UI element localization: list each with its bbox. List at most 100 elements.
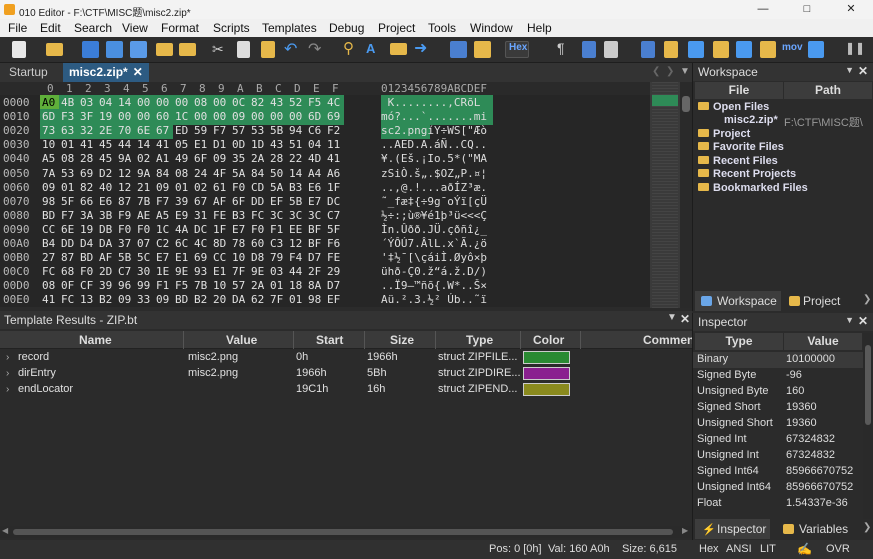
hex-byte[interactable]: 09 bbox=[116, 292, 135, 307]
minimize-button[interactable]: — bbox=[741, 0, 785, 19]
inspector-scroll-thumb[interactable] bbox=[865, 345, 871, 425]
tab-scroll-right-icon[interactable]: ❯ bbox=[863, 294, 871, 305]
template-color-swatch[interactable] bbox=[523, 383, 570, 396]
menu-search[interactable]: Search bbox=[74, 21, 112, 35]
workspace-menu-icon[interactable]: ▼ bbox=[845, 65, 854, 75]
col-name[interactable]: Name bbox=[79, 333, 112, 347]
ws-recent-files[interactable]: Recent Files bbox=[698, 155, 778, 167]
open-folder2-icon[interactable] bbox=[156, 43, 173, 56]
template-row[interactable]: › dirEntry misc2.png 1966h 5Bh struct ZIPDIRE… bbox=[0, 366, 692, 382]
pilcrow-icon[interactable]: ¶ bbox=[557, 40, 574, 57]
hex-scroll-thumb[interactable] bbox=[682, 96, 690, 112]
find-icon[interactable]: ⚲ bbox=[343, 39, 360, 57]
close-template-results-icon[interactable]: ✕ bbox=[680, 312, 690, 326]
highlight-icon[interactable] bbox=[604, 41, 618, 58]
pause-icon[interactable]: ❚❚ bbox=[845, 41, 865, 58]
menu-tools[interactable]: Tools bbox=[428, 21, 456, 35]
inspector-row[interactable]: Unsigned Int 67324832 bbox=[693, 448, 863, 464]
inspector-row[interactable]: Unsigned Int64 85966670752 bbox=[693, 480, 863, 496]
undo-icon[interactable]: ↶ bbox=[284, 39, 301, 58]
close-workspace-icon[interactable]: ✕ bbox=[858, 64, 868, 78]
histogram-icon[interactable] bbox=[688, 41, 704, 58]
template-row[interactable]: › endLocator 19C1h 16h struct ZIPEND... bbox=[0, 382, 692, 398]
calculator-icon[interactable] bbox=[641, 41, 655, 58]
template-horizontal-scrollbar[interactable]: ◀ ▶ bbox=[0, 526, 692, 538]
hex-byte[interactable]: 01 bbox=[287, 292, 306, 307]
ws-open-file-name[interactable]: misc2.zip* bbox=[724, 114, 778, 126]
menu-debug[interactable]: Debug bbox=[329, 21, 364, 35]
inspector-row[interactable]: Binary 10100000 bbox=[693, 352, 863, 368]
inspector-row[interactable]: Unsigned Short 19360 bbox=[693, 416, 863, 432]
col-color[interactable]: Color bbox=[533, 333, 564, 347]
menu-window[interactable]: Window bbox=[470, 21, 513, 35]
inspector-row[interactable]: Signed Byte -96 bbox=[693, 368, 863, 384]
find-in-files-icon[interactable] bbox=[390, 43, 407, 55]
hex-byte[interactable]: BD bbox=[173, 292, 192, 307]
inspector-scrollbar[interactable] bbox=[863, 333, 873, 519]
hex-byte[interactable]: FC bbox=[59, 292, 78, 307]
col-comment[interactable]: Commen bbox=[643, 333, 694, 347]
tab-file[interactable]: misc2.zip* ✕ bbox=[63, 63, 149, 82]
template-row[interactable]: › record misc2.png 0h 1966h struct ZIPFILE... bbox=[0, 350, 692, 366]
menu-scripts[interactable]: Scripts bbox=[213, 21, 250, 35]
close-inspector-icon[interactable]: ✕ bbox=[858, 314, 868, 328]
hex-byte[interactable]: 20 bbox=[211, 292, 230, 307]
inspector-row[interactable]: Unsigned Byte 160 bbox=[693, 384, 863, 400]
hex-row[interactable]: 00E0 41 FC 13 B2 09 33 09 BD B2 20 DA 62 7F 01 98 EF Aü.²… bbox=[0, 292, 650, 307]
menu-file[interactable]: File bbox=[8, 21, 27, 35]
hex-byte[interactable]: 09 bbox=[154, 292, 173, 307]
ws-bookmarked-files[interactable]: Bookmarked Files bbox=[698, 182, 808, 194]
menu-view[interactable]: View bbox=[122, 21, 148, 35]
hex-byte[interactable]: DA bbox=[230, 292, 249, 307]
compare-icon[interactable] bbox=[736, 41, 752, 58]
menu-templates[interactable]: Templates bbox=[262, 21, 317, 35]
ws-project[interactable]: Project bbox=[698, 128, 750, 140]
save-as-icon[interactable] bbox=[106, 41, 123, 58]
menu-format[interactable]: Format bbox=[161, 21, 199, 35]
tab-scroll-right-icon[interactable]: ❯ bbox=[666, 66, 674, 77]
col-start[interactable]: Start bbox=[316, 333, 343, 347]
col-type[interactable]: Type bbox=[466, 333, 493, 347]
hex-byte[interactable]: B2 bbox=[97, 292, 116, 307]
tab-startup[interactable]: Startup bbox=[3, 63, 54, 82]
scroll-right-icon[interactable]: ▶ bbox=[682, 526, 688, 535]
template-icon[interactable] bbox=[450, 41, 467, 58]
inspector-row[interactable]: Float 1.54337e-36 bbox=[693, 496, 863, 512]
hex-byte[interactable]: 33 bbox=[135, 292, 154, 307]
bookmark-icon[interactable] bbox=[664, 41, 678, 58]
open-folder-icon[interactable] bbox=[46, 43, 63, 56]
checksum-icon[interactable] bbox=[760, 41, 776, 58]
hex-minimap[interactable] bbox=[650, 82, 680, 308]
ws-recent-projects[interactable]: Recent Projects bbox=[698, 168, 796, 180]
hex-byte[interactable]: 98 bbox=[306, 292, 325, 307]
close-window-button[interactable]: ✕ bbox=[829, 0, 873, 19]
save-all-icon[interactable] bbox=[130, 41, 147, 58]
copy-icon[interactable] bbox=[237, 41, 250, 58]
ws-col-path[interactable]: Path bbox=[784, 82, 872, 99]
menu-help[interactable]: Help bbox=[527, 21, 552, 35]
replace-icon[interactable]: A bbox=[366, 41, 383, 58]
tab-scroll-right-icon[interactable]: ❯ bbox=[863, 522, 871, 533]
close-tab-icon[interactable]: ✕ bbox=[133, 65, 143, 79]
tab-scroll-left-icon[interactable]: ❮ bbox=[652, 66, 660, 77]
inspector-menu-icon[interactable]: ▼ bbox=[845, 315, 854, 325]
hex-view[interactable]: 0000 A0 4B 03 04 14 00 00 00 08 00 0C 82 43 52 F5 4C K..… bbox=[0, 95, 650, 307]
refresh-icon[interactable] bbox=[808, 41, 824, 58]
hex-byte[interactable]: 41 bbox=[40, 292, 59, 307]
hex-byte[interactable]: 62 bbox=[249, 292, 268, 307]
maximize-button[interactable]: □ bbox=[785, 0, 829, 19]
save-icon[interactable] bbox=[82, 41, 99, 58]
scroll-left-icon[interactable]: ◀ bbox=[2, 526, 8, 535]
hex-byte[interactable]: 7F bbox=[268, 292, 287, 307]
menu-project[interactable]: Project bbox=[378, 21, 415, 35]
insp-col-type[interactable]: Type bbox=[695, 333, 783, 350]
chart-icon[interactable] bbox=[713, 41, 729, 58]
cut-icon[interactable]: ✂ bbox=[212, 41, 229, 58]
script-icon[interactable] bbox=[474, 41, 491, 58]
hex-vertical-scrollbar[interactable] bbox=[680, 82, 692, 308]
template-scroll-thumb[interactable] bbox=[13, 529, 673, 535]
status-endian[interactable]: LIT bbox=[760, 543, 776, 555]
status-mode[interactable]: Hex bbox=[699, 543, 719, 555]
goto-icon[interactable]: ➜ bbox=[414, 38, 431, 57]
inspector-row[interactable]: Signed Int 67324832 bbox=[693, 432, 863, 448]
